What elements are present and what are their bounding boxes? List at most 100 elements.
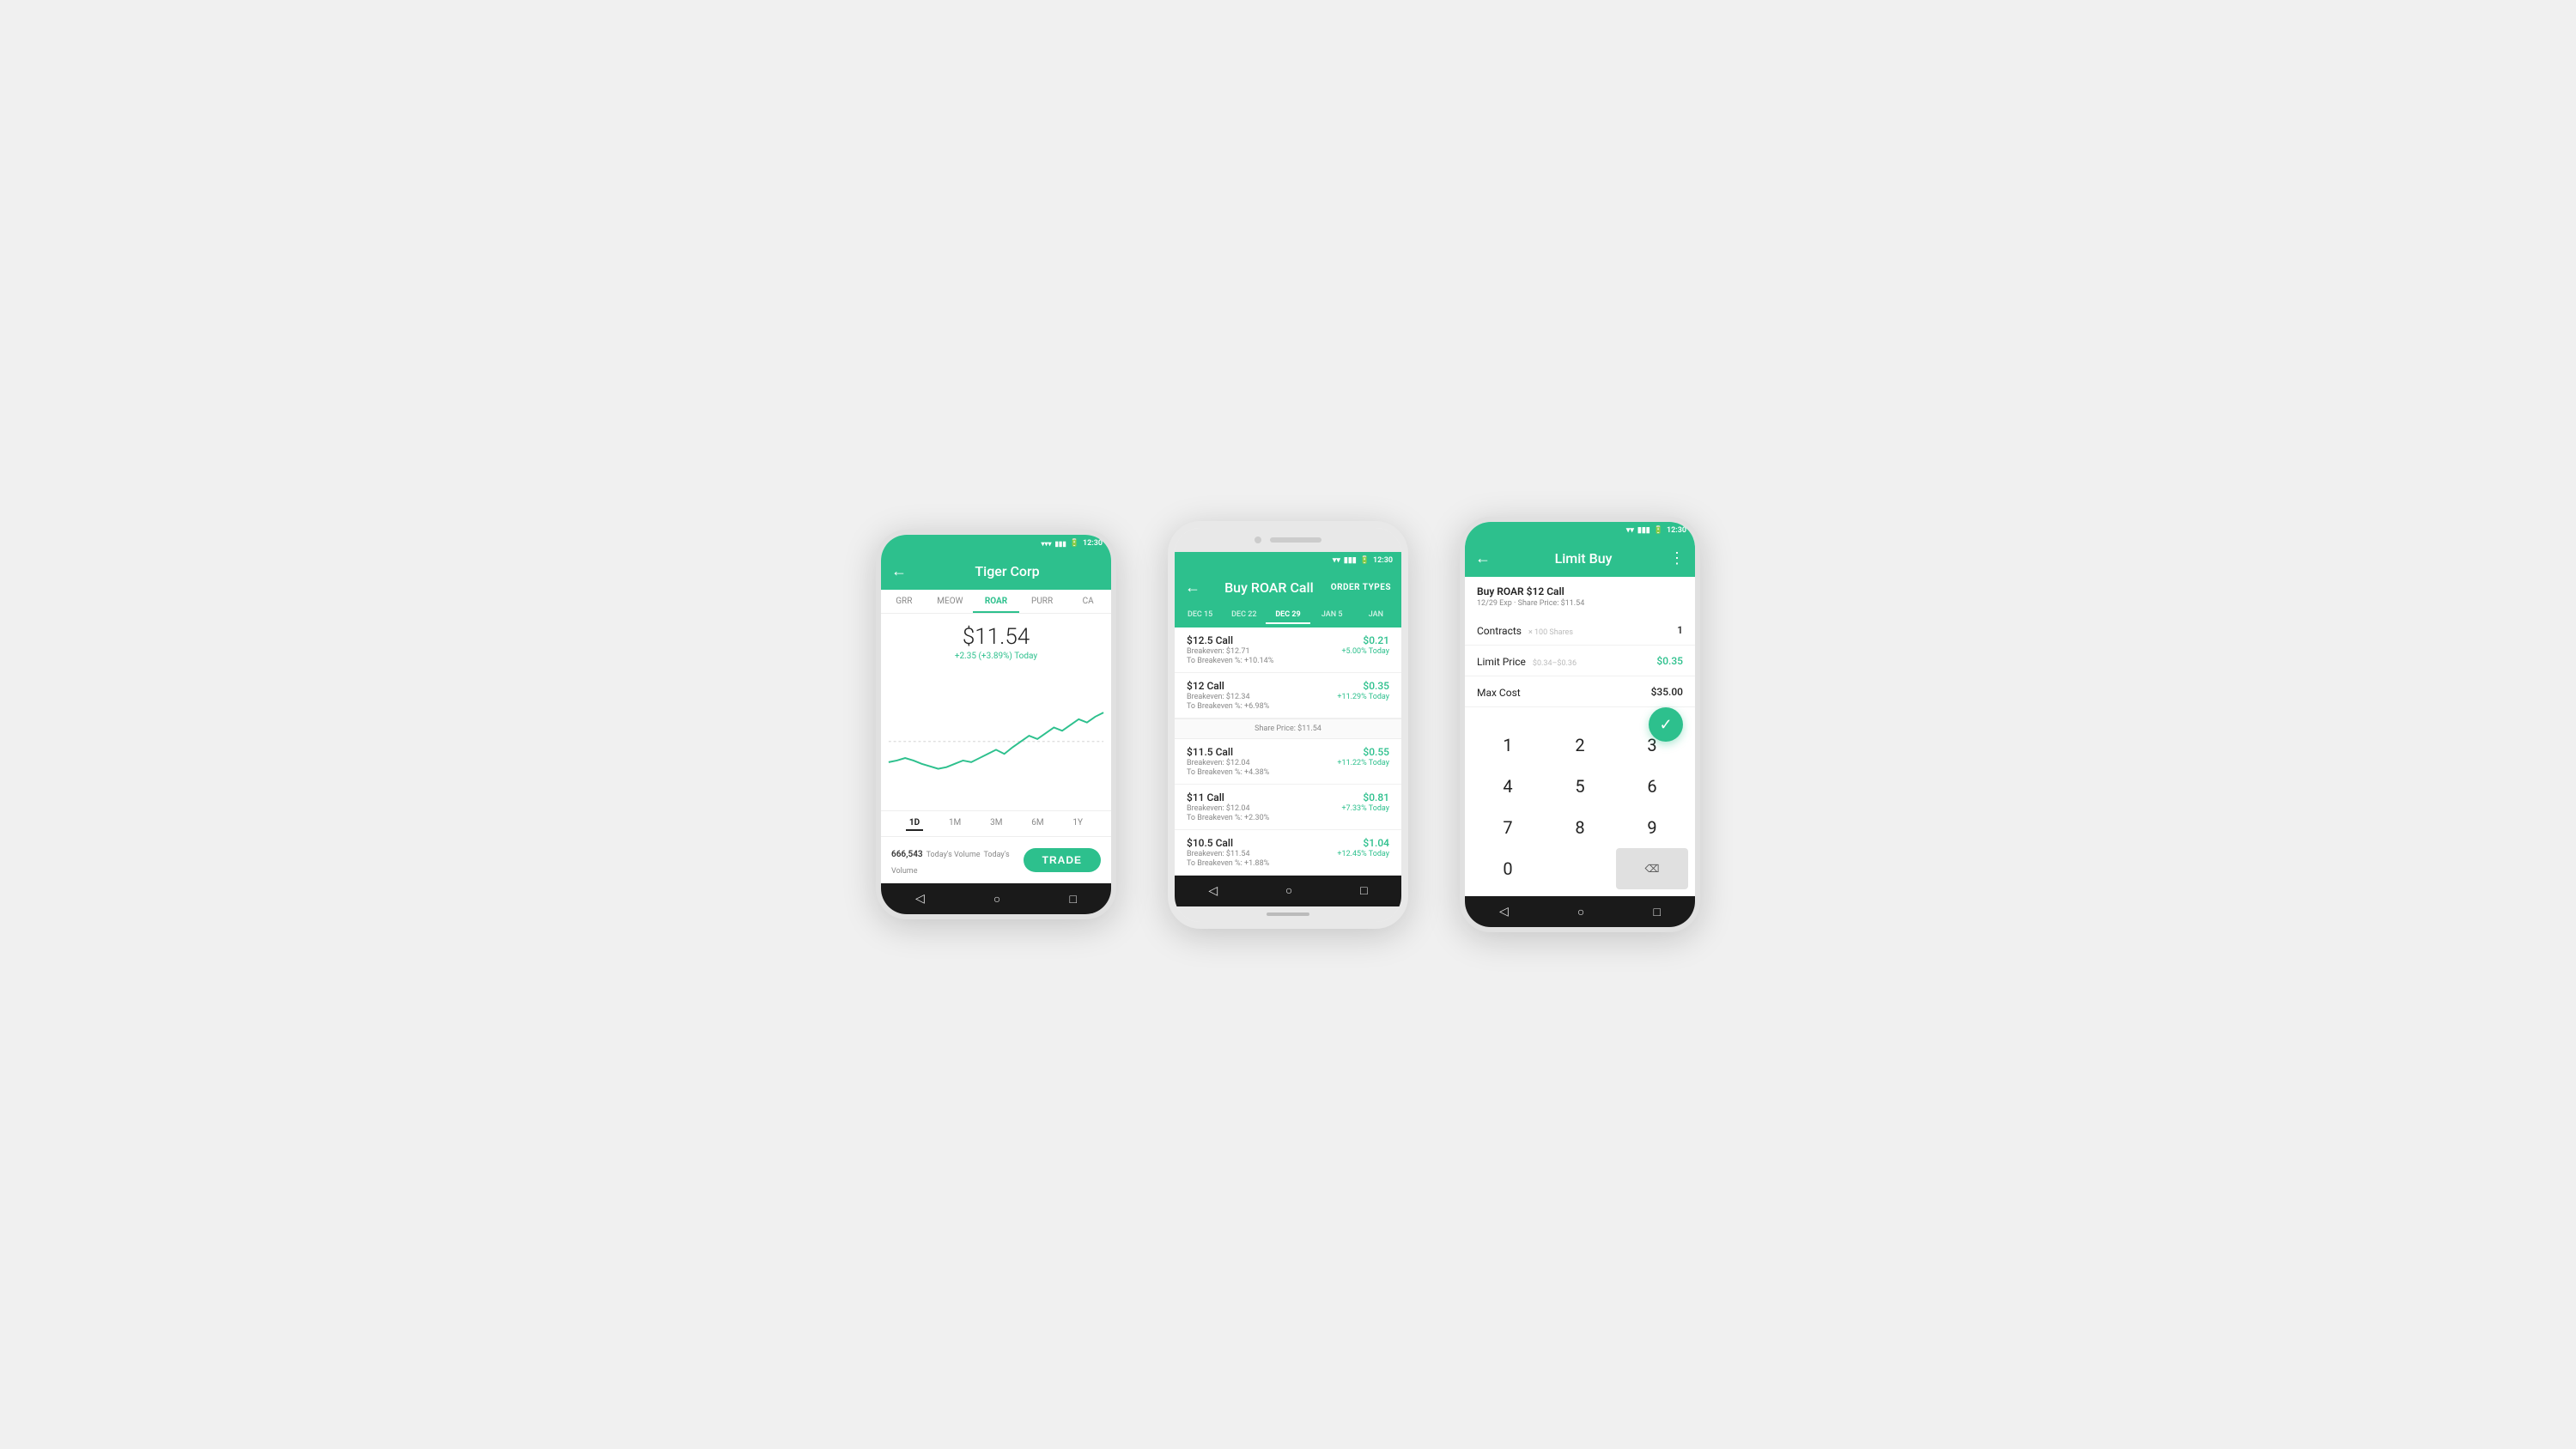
num-5[interactable]: 5 bbox=[1544, 766, 1616, 807]
trade-button[interactable]: TRADE bbox=[1024, 848, 1101, 872]
order-types-button[interactable]: ORDER TYPES bbox=[1331, 583, 1391, 592]
period-6m[interactable]: 6M bbox=[1028, 816, 1047, 831]
option-name-b2: $10.5 Call bbox=[1187, 837, 1233, 849]
share-price-divider: Share Price: $11.54 bbox=[1175, 718, 1401, 739]
order-title: Buy ROAR $12 Call bbox=[1465, 577, 1695, 599]
numpad-grid: 1 2 3 4 5 6 7 8 9 0 ⌫ bbox=[1472, 724, 1688, 889]
back-button-2[interactable]: ← bbox=[1185, 579, 1200, 597]
phone-2-bottom bbox=[1175, 906, 1401, 922]
option-price-0: $0.21 bbox=[1363, 634, 1389, 646]
time-period-tabs: 1D 1M 3M 6M 1Y bbox=[881, 810, 1111, 836]
tab-roar[interactable]: ROAR bbox=[973, 590, 1019, 613]
date-dec15[interactable]: DEC 15 bbox=[1178, 607, 1222, 624]
nav-home-2[interactable]: ○ bbox=[1285, 883, 1292, 898]
nav-bar-3: ◁ ○ □ bbox=[1465, 896, 1695, 927]
limit-price-label-group: Limit Price $0.34–$0.36 bbox=[1477, 652, 1577, 669]
nav-recent-3[interactable]: □ bbox=[1653, 905, 1660, 919]
period-1d[interactable]: 1D bbox=[906, 816, 923, 831]
num-9[interactable]: 9 bbox=[1616, 807, 1688, 848]
option-detail2-b0: To Breakeven %: +4.38% bbox=[1187, 768, 1269, 777]
backspace-button[interactable]: ⌫ bbox=[1616, 848, 1688, 889]
wifi-icon-3: ▾▾ bbox=[1626, 526, 1634, 535]
tab-ca[interactable]: CA bbox=[1065, 590, 1111, 613]
status-bar-3: ▾▾ ▮▮▮ 🔋 12:30 bbox=[1465, 522, 1695, 539]
option-name-b1: $11 Call bbox=[1187, 791, 1224, 803]
nav-recent-2[interactable]: □ bbox=[1360, 883, 1367, 898]
num-2[interactable]: 2 bbox=[1544, 724, 1616, 766]
status-icons-3: ▾▾ ▮▮▮ 🔋 12:30 bbox=[1626, 526, 1686, 535]
nav-recent-1[interactable]: □ bbox=[1069, 892, 1076, 906]
nav-back-3[interactable]: ◁ bbox=[1499, 905, 1509, 919]
back-button-1[interactable]: ← bbox=[891, 562, 907, 580]
date-dec22[interactable]: DEC 22 bbox=[1222, 607, 1266, 624]
screen-2: ▾▾ ▮▮▮ 🔋 12:30 ← Buy ROAR Call ORDER TYP… bbox=[1175, 552, 1401, 906]
tab-meow[interactable]: MEOW bbox=[927, 590, 974, 613]
option-name-1: $12 Call bbox=[1187, 680, 1224, 692]
num-7[interactable]: 7 bbox=[1472, 807, 1544, 848]
price-change: +2.35 (+3.89%) Today bbox=[881, 652, 1111, 661]
nav-bar-1: ◁ ○ □ bbox=[881, 883, 1111, 914]
limit-price-hint: $0.34–$0.36 bbox=[1533, 659, 1577, 668]
page-title-1: Tiger Corp bbox=[914, 563, 1101, 579]
option-detail2-1: To Breakeven %: +6.98% bbox=[1187, 702, 1269, 711]
num-1[interactable]: 1 bbox=[1472, 724, 1544, 766]
option-11-call[interactable]: $11 Call $0.81 Breakeven: $12.04 +7.33% … bbox=[1175, 785, 1401, 830]
tab-grr[interactable]: GRR bbox=[881, 590, 927, 613]
option-11.5-call[interactable]: $11.5 Call $0.55 Breakeven: $12.04 +11.2… bbox=[1175, 739, 1401, 785]
nav-back-2[interactable]: ◁ bbox=[1208, 884, 1218, 898]
option-detail1-b0: Breakeven: $12.04 bbox=[1187, 759, 1250, 767]
stock-chart-svg bbox=[888, 671, 1104, 803]
confirm-button[interactable]: ✓ bbox=[1649, 707, 1683, 742]
option-change-b2: +12.45% Today bbox=[1337, 850, 1389, 858]
contracts-value: 1 bbox=[1677, 624, 1683, 636]
option-change-b1: +7.33% Today bbox=[1341, 804, 1389, 813]
option-12-call[interactable]: $12 Call $0.35 Breakeven: $12.34 +11.29%… bbox=[1175, 673, 1401, 718]
period-1y[interactable]: 1Y bbox=[1069, 816, 1086, 831]
period-1m[interactable]: 1M bbox=[945, 816, 964, 831]
numpad-area: ✓ 1 2 3 4 5 6 7 8 9 0 ⌫ bbox=[1465, 707, 1695, 896]
status-time-2: 12:30 bbox=[1373, 556, 1393, 565]
num-4[interactable]: 4 bbox=[1472, 766, 1544, 807]
more-options-button[interactable]: ⋮ bbox=[1669, 549, 1685, 567]
limit-price-value: $0.35 bbox=[1656, 655, 1683, 667]
option-price-b0: $0.55 bbox=[1363, 746, 1389, 758]
contracts-field: Contracts × 100 Shares 1 bbox=[1465, 615, 1695, 646]
app-header-2: ← Buy ROAR Call ORDER TYPES bbox=[1175, 569, 1401, 607]
battery-icon-2: 🔋 bbox=[1360, 556, 1370, 565]
phone-order-entry: ▾▾ ▮▮▮ 🔋 12:30 ← Limit Buy ⋮ Buy ROAR $1… bbox=[1460, 517, 1700, 932]
order-subtext: 12/29 Exp · Share Price: $11.54 bbox=[1465, 599, 1695, 615]
backspace-icon: ⌫ bbox=[1645, 863, 1660, 875]
nav-home-3[interactable]: ○ bbox=[1577, 905, 1584, 919]
max-cost-value: $35.00 bbox=[1651, 686, 1683, 698]
phone-2-notch bbox=[1175, 528, 1401, 552]
num-8[interactable]: 8 bbox=[1544, 807, 1616, 848]
option-detail1-b1: Breakeven: $12.04 bbox=[1187, 804, 1250, 813]
back-button-3[interactable]: ← bbox=[1475, 549, 1491, 567]
bottom-indicator bbox=[1267, 912, 1309, 916]
phone-options-list: ▾▾ ▮▮▮ 🔋 12:30 ← Buy ROAR Call ORDER TYP… bbox=[1168, 521, 1408, 929]
num-6[interactable]: 6 bbox=[1616, 766, 1688, 807]
volume-label: Today's Volume bbox=[927, 851, 981, 859]
options-list: $12.5 Call $0.21 Breakeven: $12.71 +5.00… bbox=[1175, 627, 1401, 876]
option-10.5-call[interactable]: $10.5 Call $1.04 Breakeven: $11.54 +12.4… bbox=[1175, 830, 1401, 876]
cell-icon-3: ▮▮▮ bbox=[1637, 526, 1650, 535]
date-dec29[interactable]: DEC 29 bbox=[1266, 607, 1309, 624]
date-jan5[interactable]: JAN 5 bbox=[1310, 607, 1354, 624]
option-name-0: $12.5 Call bbox=[1187, 634, 1233, 646]
option-12.5-call[interactable]: $12.5 Call $0.21 Breakeven: $12.71 +5.00… bbox=[1175, 627, 1401, 673]
nav-home-1[interactable]: ○ bbox=[993, 892, 1000, 906]
nav-back-1[interactable]: ◁ bbox=[915, 892, 925, 906]
limit-price-label: Limit Price bbox=[1477, 656, 1526, 668]
battery-icon-3: 🔋 bbox=[1654, 526, 1663, 535]
contracts-label-group: Contracts × 100 Shares bbox=[1477, 621, 1573, 638]
option-change-0: +5.00% Today bbox=[1341, 647, 1389, 656]
option-change-1: +11.29% Today bbox=[1337, 693, 1389, 701]
period-3m[interactable]: 3M bbox=[987, 816, 1005, 831]
option-detail1-1: Breakeven: $12.34 bbox=[1187, 693, 1250, 701]
date-jan[interactable]: JAN bbox=[1354, 607, 1398, 624]
phone-stock-chart: ▾▾▾ ▮▮▮ 🔋 12:30 ← Tiger Corp GRR MEOW RO… bbox=[876, 530, 1116, 919]
volume-info: 666,543 Today's Volume Today's Volume bbox=[891, 844, 1024, 876]
num-0[interactable]: 0 bbox=[1472, 848, 1544, 889]
option-price-b1: $0.81 bbox=[1363, 791, 1389, 803]
tab-purr[interactable]: PURR bbox=[1019, 590, 1066, 613]
